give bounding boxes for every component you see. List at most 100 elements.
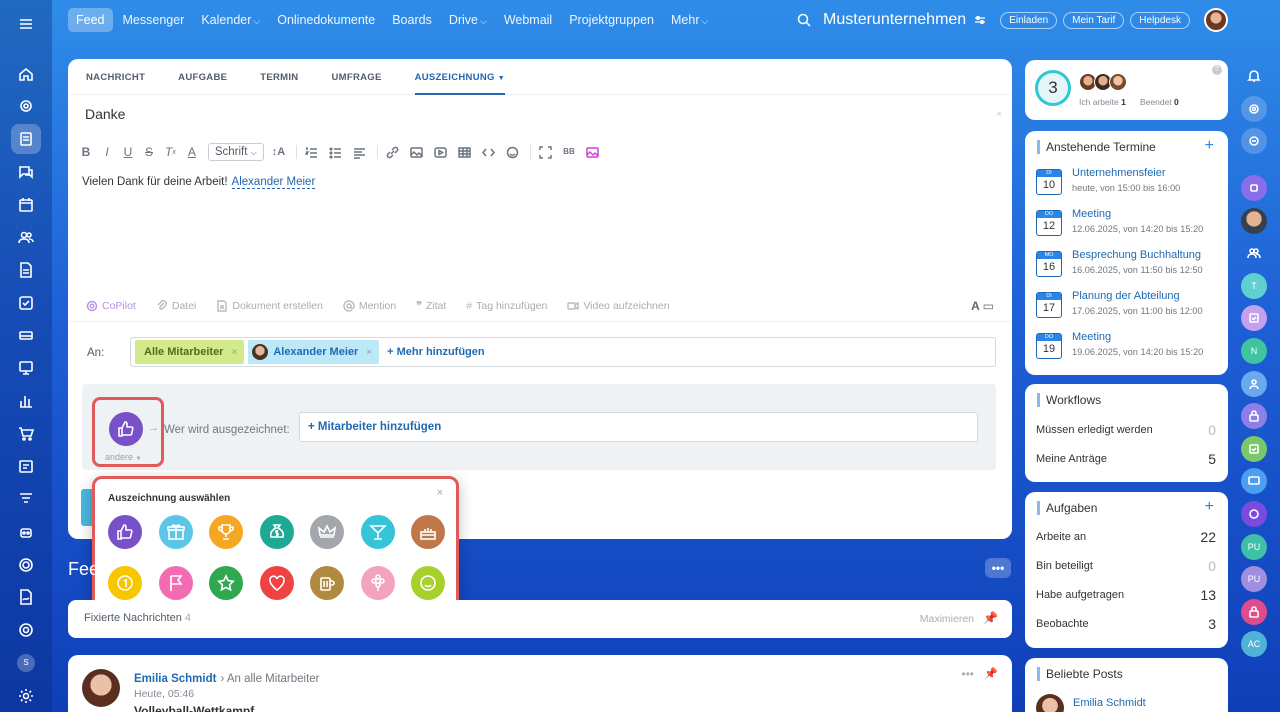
home-icon[interactable]: [11, 59, 41, 89]
bullet-list-icon[interactable]: [329, 146, 342, 159]
beer-icon[interactable]: [310, 566, 344, 600]
add-tag-button[interactable]: # Tag hinzufügen: [466, 300, 547, 312]
font-color-icon[interactable]: A: [187, 145, 197, 159]
signature-icon[interactable]: [11, 582, 41, 612]
settings-sliders-icon[interactable]: [974, 14, 986, 26]
fullscreen-icon[interactable]: [539, 145, 552, 159]
copilot-chat-icon[interactable]: [1241, 95, 1267, 122]
support-icon[interactable]: [11, 615, 41, 645]
tab-kalender[interactable]: Kalender ⌵: [201, 13, 260, 27]
drive-icon[interactable]: [11, 321, 41, 351]
medal-icon[interactable]: [108, 566, 142, 600]
file-button[interactable]: Datei: [156, 300, 196, 312]
event-item[interactable]: DI 17 Planung der Abteilung 17.06.2025, von…: [1036, 290, 1221, 326]
shop-cart-icon[interactable]: [11, 419, 41, 449]
event-title[interactable]: Unternehmensfeier: [1072, 167, 1166, 179]
add-more-recipients-link[interactable]: + Mehr hinzufügen: [387, 346, 484, 358]
chat-search-icon[interactable]: [1241, 128, 1267, 155]
trophy-icon[interactable]: [209, 515, 243, 549]
tab-auszeichnung[interactable]: AUSZEICHNUNG ▼: [414, 59, 505, 95]
flower-icon[interactable]: [360, 566, 395, 600]
tab-onlinedokumente[interactable]: Onlinedokumente: [277, 13, 375, 27]
tab-projektgruppen[interactable]: Projektgruppen: [569, 13, 654, 27]
tab-boards[interactable]: Boards: [392, 13, 432, 27]
chat-letter-pu-2[interactable]: PU: [1241, 566, 1267, 593]
font-size-icon[interactable]: ↕A: [272, 146, 285, 158]
user-icon[interactable]: S: [11, 648, 41, 678]
align-icon[interactable]: [353, 146, 366, 159]
contact-avatar[interactable]: [1241, 207, 1267, 234]
emoji-icon[interactable]: [506, 146, 519, 159]
event-title[interactable]: Meeting: [1072, 331, 1111, 343]
task-row-label[interactable]: Beobachte: [1036, 618, 1089, 630]
event-title[interactable]: Planung der Abteilung: [1072, 290, 1180, 302]
task-row-label[interactable]: Arbeite an: [1036, 531, 1086, 543]
tab-drive[interactable]: Drive ⌵: [449, 13, 487, 27]
thumbs-up-icon[interactable]: [108, 515, 142, 549]
post-author-avatar[interactable]: [1036, 694, 1064, 712]
messenger-icon[interactable]: [11, 157, 41, 187]
remove-chip-icon[interactable]: ×: [231, 347, 237, 358]
robot-icon[interactable]: [11, 517, 41, 547]
task-chat-icon[interactable]: [1241, 305, 1267, 332]
post-more-icon[interactable]: •••: [961, 667, 974, 681]
heart-icon[interactable]: [259, 566, 294, 600]
create-document-button[interactable]: Dokument erstellen: [216, 300, 323, 312]
tab-feed[interactable]: Feed: [68, 8, 113, 32]
chat-letter-t[interactable]: T: [1241, 272, 1267, 299]
maximize-link[interactable]: Maximieren: [920, 613, 974, 625]
ai-image-icon[interactable]: [585, 146, 599, 159]
documents-icon[interactable]: [11, 255, 41, 285]
underline-icon[interactable]: U: [123, 145, 133, 159]
numbered-list-icon[interactable]: [305, 146, 318, 159]
tasks-icon[interactable]: [11, 288, 41, 318]
badge-other-dropdown[interactable]: andere ▼: [105, 452, 142, 462]
add-task-icon[interactable]: +: [1205, 498, 1214, 516]
mention-button[interactable]: Mention: [343, 300, 396, 312]
link-icon[interactable]: [386, 146, 399, 159]
code-icon[interactable]: [482, 146, 496, 159]
image-icon[interactable]: [410, 146, 423, 159]
bold-icon[interactable]: B: [81, 145, 91, 159]
company-name[interactable]: Musterunternehmen: [823, 11, 966, 29]
star-icon[interactable]: [209, 566, 243, 600]
calendar-icon[interactable]: [11, 190, 41, 220]
author-avatar[interactable]: [82, 669, 120, 707]
tab-mehr[interactable]: Mehr ⌵: [671, 13, 708, 27]
table-icon[interactable]: [458, 146, 471, 159]
crown-icon[interactable]: [310, 515, 344, 549]
copilot-circle-icon[interactable]: [1241, 501, 1267, 528]
event-item[interactable]: DO 12 Meeting 12.06.2025, von 14:20 bis 15:…: [1036, 208, 1221, 244]
copilot-button[interactable]: CoPilot: [86, 300, 136, 312]
group-avatar[interactable]: [1241, 240, 1267, 266]
recipient-chip-all[interactable]: Alle Mitarbeiter ×: [135, 340, 245, 364]
remove-chip-icon[interactable]: ×: [366, 347, 372, 358]
add-employee-field[interactable]: + Mitarbeiter hinzufügen: [299, 412, 978, 442]
post-pin-icon[interactable]: 📌: [984, 667, 998, 680]
tab-umfrage[interactable]: UMFRAGE: [331, 59, 381, 95]
invite-button[interactable]: Einladen: [1000, 11, 1058, 29]
popular-post-author[interactable]: Emilia Schmidt: [1073, 697, 1146, 709]
quote-button[interactable]: ❞ Zitat: [416, 300, 446, 312]
event-item[interactable]: MO 16 Besprechung Buchhaltung 16.06.2025, v…: [1036, 249, 1221, 285]
board-chat-icon[interactable]: [1241, 468, 1267, 495]
tab-nachricht[interactable]: NACHRICHT: [86, 59, 145, 95]
recipient-field[interactable]: Alle Mitarbeiter × Alexander Meier × + Meh…: [130, 337, 996, 367]
feed-more-button[interactable]: •••: [985, 558, 1011, 578]
planner-icon[interactable]: [11, 452, 41, 482]
feed-icon[interactable]: [11, 124, 41, 154]
filter-icon[interactable]: [11, 484, 41, 514]
thumbs-up-badge-icon[interactable]: [109, 412, 143, 446]
chat-letter-ac[interactable]: AC: [1241, 631, 1267, 658]
clear-format-icon[interactable]: Tx: [165, 145, 176, 159]
bell-icon[interactable]: [1241, 63, 1267, 89]
post-author[interactable]: Emilia Schmidt: [134, 673, 216, 685]
workflow-row-label[interactable]: Meine Anträge: [1036, 453, 1107, 465]
font-select[interactable]: Schrift ⌵: [207, 143, 264, 161]
helpdesk-button[interactable]: Helpdesk: [1130, 11, 1190, 29]
task-row-label[interactable]: Bin beteiligt: [1036, 560, 1093, 572]
pin-icon[interactable]: 📌: [983, 611, 998, 625]
settings-gear-icon[interactable]: [11, 681, 41, 711]
bbcode-icon[interactable]: BB: [563, 148, 575, 156]
help-icon[interactable]: ?: [1212, 65, 1222, 75]
